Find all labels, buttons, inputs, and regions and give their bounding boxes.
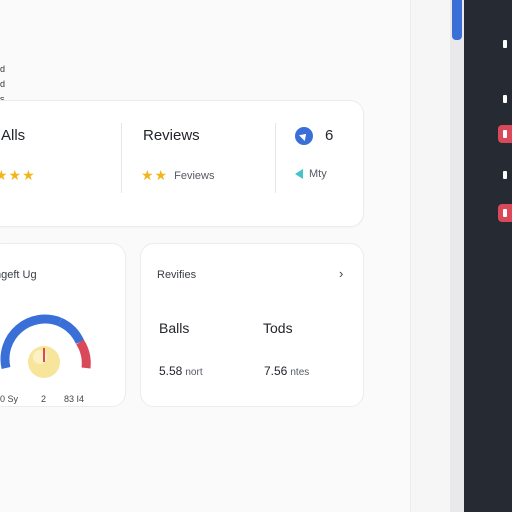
rail-icon xyxy=(503,95,507,103)
rail-item-2[interactable] xyxy=(498,90,512,108)
snippet-line: d xyxy=(0,64,6,74)
tag-icon xyxy=(295,169,303,179)
scrollbar[interactable] xyxy=(450,0,464,512)
stat-sub-mty: Mty xyxy=(295,168,327,180)
right-rail-panel xyxy=(464,0,512,512)
stat-title-alls: Alls xyxy=(1,127,26,144)
side-gutter xyxy=(410,0,451,512)
value-number: 7.56 xyxy=(264,364,288,378)
stat-rating-reviews: ★★ Feviews xyxy=(141,167,214,184)
chevron-right-icon[interactable]: › xyxy=(339,266,343,281)
gauge-label-mid: 2 xyxy=(41,394,47,404)
star-rating-icon: ★★ xyxy=(141,167,169,183)
divider xyxy=(121,123,122,193)
stat-sub-label: Feviews xyxy=(174,169,215,182)
gauge-card-title: ngeft Ug xyxy=(0,269,37,281)
gauge-arc-blue-2 xyxy=(57,317,85,345)
rail-icon xyxy=(503,130,507,138)
value-unit: nort xyxy=(185,367,203,378)
scrollbar-thumb[interactable] xyxy=(452,0,462,40)
snippet-line: d xyxy=(0,79,6,89)
rail-icon xyxy=(503,171,507,179)
divider xyxy=(275,123,276,193)
rail-item-3[interactable] xyxy=(498,125,512,143)
rail-item-5[interactable] xyxy=(498,204,512,222)
gauge-label-max: 83 I4 xyxy=(64,394,85,404)
stat-value-count: 6 xyxy=(325,127,334,144)
gauge-label-min: 0 Sy xyxy=(0,394,19,404)
value-unit: ntes xyxy=(290,367,310,378)
column-value-balls: 5.58 nort xyxy=(159,364,203,378)
column-head-balls: Balls xyxy=(159,320,190,336)
star-rating-icon: ★★★ xyxy=(0,167,36,183)
stat-title-reviews: Reviews xyxy=(143,127,200,144)
summary-card: Alls ★★★ Reviews ★★ Feviews 6 Mty xyxy=(0,100,364,227)
gauge-arc-red xyxy=(76,339,91,369)
rail-item-1[interactable] xyxy=(498,35,512,53)
rail-icon xyxy=(503,209,507,217)
rail-icon xyxy=(503,40,507,48)
value-number: 5.58 xyxy=(159,364,183,378)
stat-sub-label: Mty xyxy=(309,168,327,180)
reviews-card-title: Revifies xyxy=(157,269,197,281)
main-canvas: d d s Alls ★★★ Reviews ★★ Feviews 6 Mty … xyxy=(0,0,410,512)
gauge-chart xyxy=(0,314,91,378)
column-value-tods: 7.56 ntes xyxy=(264,364,309,378)
location-pin-icon[interactable] xyxy=(295,127,313,145)
reviews-card[interactable]: Revifies › Balls 5.58 nort Tods 7.56 ntes xyxy=(140,243,364,407)
rail-item-4[interactable] xyxy=(498,166,512,184)
column-head-tods: Tods xyxy=(263,320,293,336)
stat-rating-alls: ★★★ xyxy=(0,167,36,184)
